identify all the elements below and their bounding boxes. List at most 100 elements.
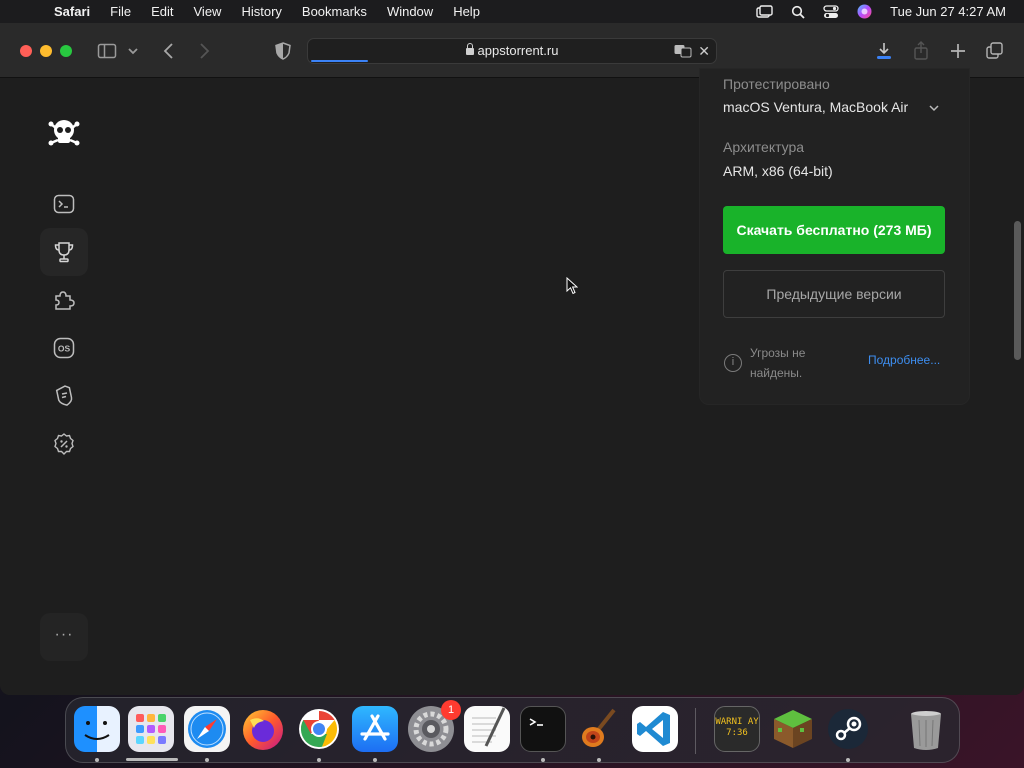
- architecture-value: ARM, x86 (64-bit): [723, 163, 833, 179]
- privacy-shield-icon[interactable]: [273, 41, 293, 61]
- dock-steam[interactable]: [825, 706, 871, 752]
- threat-status-text: Угрозы не найдены.: [750, 346, 806, 380]
- menu-view[interactable]: View: [194, 4, 222, 19]
- scrollbar[interactable]: [1012, 78, 1024, 695]
- screen-mirroring-icon[interactable]: [756, 4, 773, 19]
- dock-garageband[interactable]: [576, 706, 622, 752]
- trash-icon: [911, 711, 941, 750]
- lock-icon: [465, 43, 474, 55]
- architecture-label: Архитектура: [723, 139, 805, 155]
- app-store-running-dot: [373, 758, 377, 762]
- finder-icon: [84, 721, 110, 740]
- share-icon[interactable]: [911, 41, 931, 61]
- puzzle-icon: [55, 291, 75, 310]
- stop-loading-icon[interactable]: ✕: [698, 39, 710, 63]
- menu-help[interactable]: Help: [453, 4, 480, 19]
- safari-compass-icon: [188, 710, 226, 748]
- app-store-icon: [360, 714, 390, 741]
- garageband-running-dot: [597, 758, 601, 762]
- menu-window[interactable]: Window: [387, 4, 433, 19]
- tested-value[interactable]: macOS Ventura, MacBook Air: [723, 99, 908, 115]
- minimize-window-button[interactable]: [40, 45, 52, 57]
- sidebar-item-os[interactable]: OS: [40, 324, 88, 372]
- safari-window: appstorrent.ru ✕ OS ··· Протестировано m…: [0, 23, 1024, 695]
- steam-running-dot: [846, 758, 850, 762]
- info-icon: i: [724, 354, 742, 372]
- menu-app-name[interactable]: Safari: [54, 4, 90, 19]
- dock-terminal[interactable]: [520, 706, 566, 752]
- launchpad-icon: [136, 714, 166, 744]
- address-url: appstorrent.ru: [477, 43, 559, 58]
- dock-textedit[interactable]: [464, 706, 510, 752]
- textedit-icon: [472, 707, 506, 747]
- close-window-button[interactable]: [20, 45, 32, 57]
- spotlight-search-icon[interactable]: [791, 5, 805, 19]
- safari-running-dot: [205, 758, 209, 762]
- control-center-icon[interactable]: [823, 4, 839, 19]
- dock-launchpad[interactable]: [128, 706, 174, 752]
- menu-history[interactable]: History: [241, 4, 281, 19]
- dock: 1 WARNI AY 7:36: [65, 697, 960, 763]
- discount-badge-icon: [54, 433, 74, 455]
- settings-notification-badge: 1: [441, 700, 461, 720]
- guitar-icon: [582, 708, 616, 747]
- dock-finder[interactable]: [74, 706, 120, 752]
- shield-icon: [55, 385, 73, 406]
- zoom-window-button[interactable]: [60, 45, 72, 57]
- downloads-icon[interactable]: [874, 41, 894, 61]
- sidebar-item-puzzle[interactable]: [40, 276, 88, 324]
- mouse-cursor-icon: [566, 277, 578, 295]
- dock-chrome[interactable]: [296, 706, 342, 752]
- sidebar-item-discount[interactable]: [40, 420, 88, 468]
- page-load-progress-bar: [311, 60, 368, 62]
- tested-label: Протестировано: [723, 76, 830, 92]
- translate-icon[interactable]: [674, 44, 692, 58]
- dock-console[interactable]: WARNI AY 7:36: [714, 706, 760, 752]
- vscode-icon: [637, 712, 670, 746]
- status-area: Tue Jun 27 4:27 AM: [756, 0, 1006, 23]
- dock-app-store[interactable]: [352, 706, 398, 752]
- siri-icon[interactable]: [857, 4, 872, 19]
- address-bar[interactable]: appstorrent.ru ✕: [307, 38, 717, 64]
- new-tab-plus-icon[interactable]: [948, 41, 968, 61]
- forward-arrow-icon[interactable]: [194, 41, 214, 61]
- back-arrow-icon[interactable]: [159, 41, 179, 61]
- download-free-button[interactable]: Скачать бесплатно (273 МБ): [723, 206, 945, 254]
- menu-file[interactable]: File: [110, 4, 131, 19]
- clock[interactable]: Tue Jun 27 4:27 AM: [890, 4, 1006, 19]
- minecraft-block-icon: [774, 710, 812, 748]
- menu-bar: Safari File Edit View History Bookmarks …: [0, 0, 1024, 23]
- sidebar-item-trophy[interactable]: [40, 228, 88, 276]
- menu-edit[interactable]: Edit: [151, 4, 173, 19]
- previous-versions-button[interactable]: Предыдущие версии: [723, 270, 945, 318]
- dock-vscode[interactable]: [632, 706, 678, 752]
- scrollbar-thumb[interactable]: [1014, 221, 1021, 360]
- tab-overview-icon[interactable]: [985, 41, 1005, 61]
- launchpad-active-indicator: [126, 758, 178, 761]
- chevron-down-icon[interactable]: [928, 102, 940, 114]
- terminal-app-icon: [529, 718, 543, 726]
- more-options-button[interactable]: ···: [40, 613, 88, 661]
- firefox-icon: [243, 710, 283, 750]
- dock-trash[interactable]: [903, 706, 949, 752]
- terminal-running-dot: [541, 758, 545, 762]
- menu-bookmarks[interactable]: Bookmarks: [302, 4, 367, 19]
- steam-icon: [828, 709, 868, 749]
- os-icon: OS: [53, 337, 75, 359]
- sidebar-item-shield[interactable]: [40, 372, 88, 420]
- skull-logo-icon[interactable]: [46, 115, 82, 151]
- chrome-icon: [299, 709, 339, 749]
- terminal-icon: [53, 194, 75, 214]
- chevron-down-icon[interactable]: [126, 41, 140, 61]
- dock-firefox[interactable]: [240, 706, 286, 752]
- sidebar-toggle-icon[interactable]: [97, 41, 117, 61]
- sidebar-item-terminal[interactable]: [40, 180, 88, 228]
- finder-running-dot: [95, 758, 99, 762]
- dock-minecraft[interactable]: [770, 706, 816, 752]
- web-content: OS ··· Протестировано macOS Ventura, Mac…: [0, 68, 1024, 695]
- app-info-panel: Протестировано macOS Ventura, MacBook Ai…: [699, 68, 970, 405]
- os-icon-label: OS: [58, 344, 71, 354]
- more-details-link[interactable]: Подробнее...: [868, 353, 940, 367]
- dock-safari[interactable]: [184, 706, 230, 752]
- dock-separator: [695, 708, 696, 754]
